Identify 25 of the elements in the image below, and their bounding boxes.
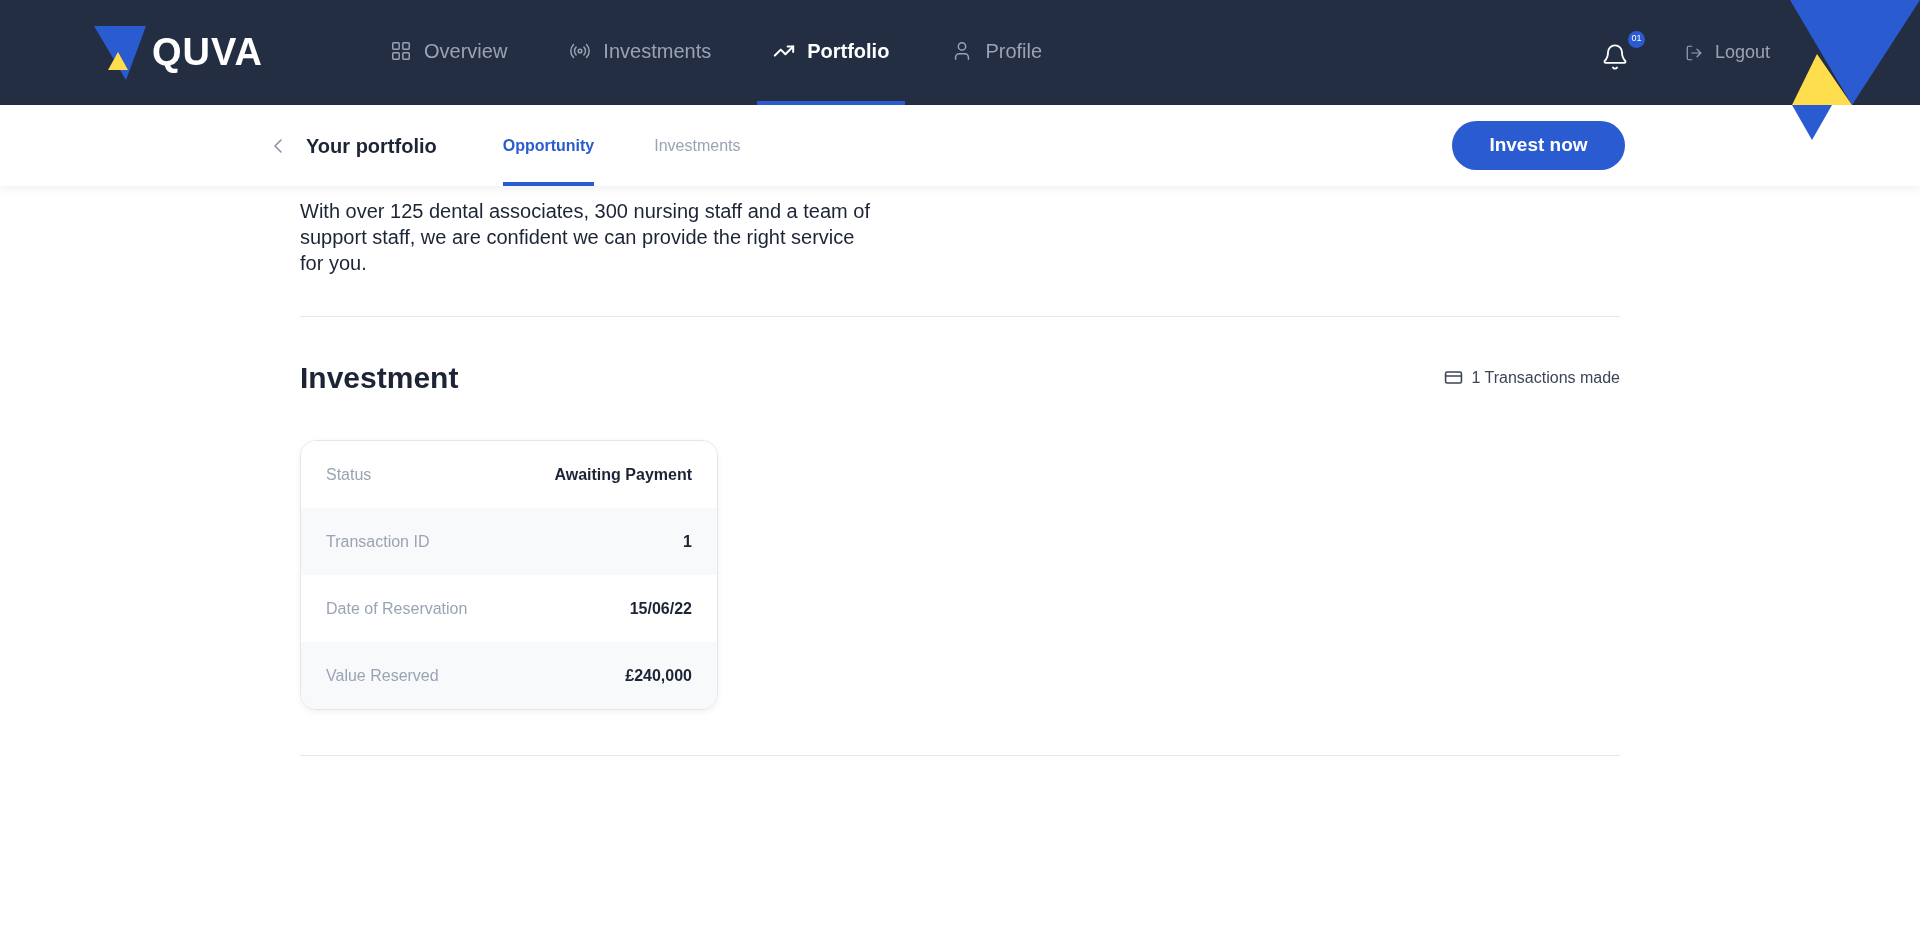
field-value: 1 <box>683 531 692 552</box>
brand-name: QUVA <box>152 30 263 75</box>
field-value: Awaiting Payment <box>554 464 692 485</box>
field-label: Date of Reservation <box>326 598 468 619</box>
notifications-button[interactable]: 01 <box>1600 30 1645 75</box>
logout-link[interactable]: Logout <box>1684 39 1770 66</box>
field-label: Value Reserved <box>326 665 439 686</box>
intro-paragraph: With over 125 dental associates, 300 nursing staff and a team of support staff, we are confident we can provide the right service for you. <box>300 199 871 276</box>
nav-item[interactable]: Overview <box>374 0 524 105</box>
grid-icon <box>390 39 412 62</box>
field-value: 15/06/22 <box>629 598 692 619</box>
invest-now-button[interactable]: Invest now <box>1452 121 1625 170</box>
card-icon <box>1444 368 1464 387</box>
section-heading: Investment <box>300 360 459 396</box>
field-label: Status <box>326 464 372 485</box>
field-value: £240,000 <box>625 665 692 686</box>
logo-icon <box>94 25 148 80</box>
transactions-count: 1 Transactions made <box>1471 367 1620 388</box>
logout-icon <box>1684 43 1703 62</box>
nav-item[interactable]: Profile <box>935 0 1059 105</box>
page-title: Your portfolio <box>306 133 437 159</box>
nav-item[interactable]: Investments <box>553 0 728 105</box>
tab[interactable]: Opportunity <box>502 105 595 186</box>
field-label: Transaction ID <box>326 531 430 552</box>
notification-badge: 01 <box>1627 30 1645 48</box>
